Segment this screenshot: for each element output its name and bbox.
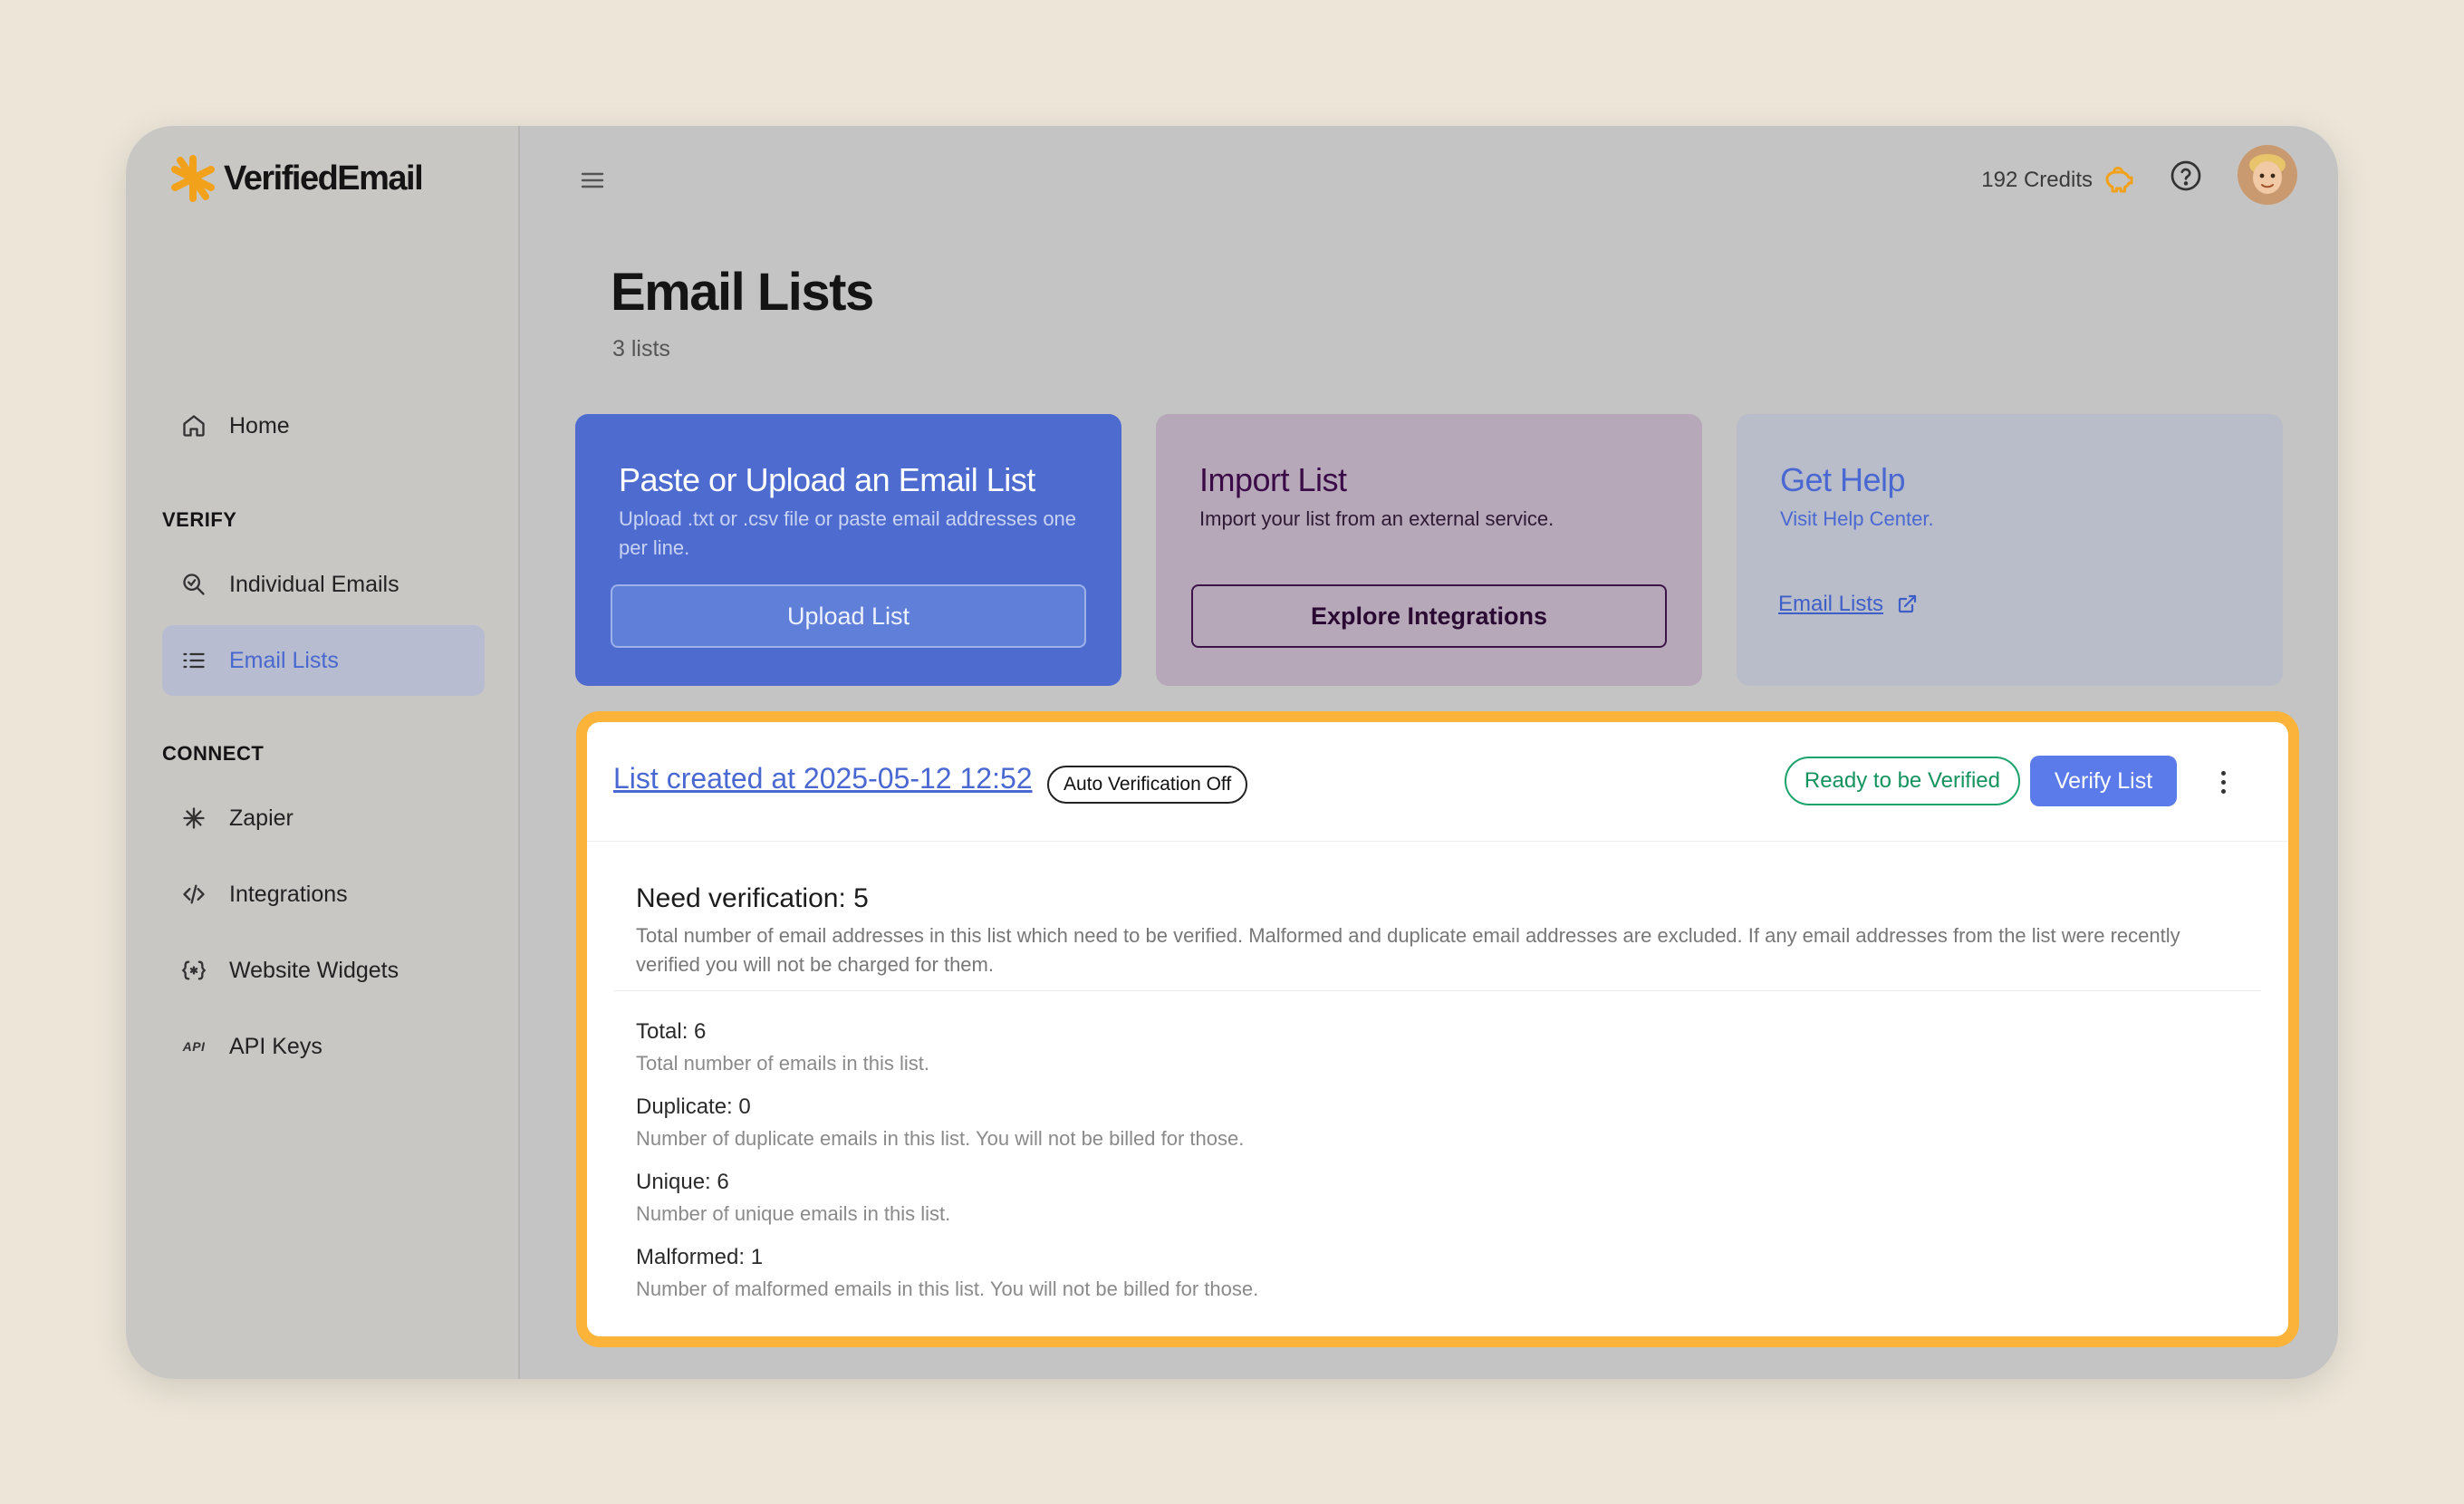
stat-label: Total: 6 (636, 1019, 707, 1044)
api-icon-text: API (182, 1039, 206, 1054)
sidebar: VerifiedEmail Home VERIFY Individual Ema… (126, 126, 520, 1379)
card-title: Get Help (1780, 461, 1906, 498)
sidebar-item-label: Individual Emails (229, 571, 399, 597)
hamburger-menu-button[interactable] (574, 162, 611, 198)
section-label-verify: VERIFY (162, 508, 237, 531)
avatar-face-icon (2238, 145, 2297, 205)
stat-description: Total number of emails in this list. (636, 1052, 930, 1075)
sidebar-item-label: Email Lists (229, 647, 339, 673)
card-title: Import List (1199, 461, 1347, 498)
sidebar-item-email-lists[interactable]: Email Lists (162, 625, 485, 696)
verify-list-button[interactable]: Verify List (2030, 756, 2177, 806)
stat-label: Duplicate: 0 (636, 1094, 751, 1119)
sidebar-item-label: Integrations (229, 881, 348, 907)
piggy-bank-icon (2105, 167, 2133, 193)
search-check-icon (180, 571, 207, 598)
sidebar-item-label: API Keys (229, 1033, 322, 1059)
kebab-dot (2220, 788, 2226, 794)
brand-name: VerifiedEmail (224, 159, 424, 198)
sidebar-item-api-keys[interactable]: API API Keys (162, 1011, 485, 1082)
braces-icon (180, 957, 207, 984)
sidebar-item-website-widgets[interactable]: Website Widgets (162, 935, 485, 1006)
credits-text: 192 Credits (1981, 168, 2093, 192)
stat-total: Total: 6 Total number of emails in this … (636, 1019, 1258, 1094)
page-title: Email Lists (611, 263, 874, 322)
sidebar-item-label: Zapier (229, 805, 294, 831)
stat-label: Unique: 6 (636, 1170, 729, 1194)
need-verification-description: Total number of email addresses in this … (636, 924, 2180, 976)
user-avatar[interactable] (2238, 145, 2297, 205)
import-list-card: Import List Import your list from an ext… (1156, 414, 1702, 686)
main-content: 192 Credits Email Lists 3 lists Paste or… (520, 126, 2338, 1379)
stat-label: Malformed: 1 (636, 1245, 764, 1269)
stat-malformed: Malformed: 1 Number of malformed emails … (636, 1245, 1258, 1320)
stat-description: Number of malformed emails in this list.… (636, 1277, 1259, 1300)
asterisk-icon (180, 805, 207, 832)
question-circle-icon (2170, 160, 2201, 191)
auto-verification-badge[interactable]: Auto Verification Off (1047, 766, 1248, 804)
logo[interactable]: VerifiedEmail (169, 153, 424, 204)
kebab-dot (2220, 770, 2226, 776)
help-center-link[interactable]: Visit Help Center. (1780, 505, 2239, 534)
email-lists-help-link[interactable]: Email Lists (1778, 592, 1918, 617)
list-title-link[interactable]: List created at 2025-05-12 12:52 (613, 762, 1033, 795)
stat-description: Number of duplicate emails in this list.… (636, 1127, 1245, 1150)
get-help-card: Get Help Visit Help Center. Email Lists (1737, 414, 2283, 686)
sidebar-item-individual-emails[interactable]: Individual Emails (162, 549, 485, 620)
sidebar-item-home[interactable]: Home (162, 390, 485, 461)
external-link-icon (1898, 594, 1917, 613)
credits-indicator[interactable]: 192 Credits (1981, 164, 2134, 197)
need-verification-section: Need verification: 5 Total number of ema… (636, 883, 2243, 979)
code-icon (180, 881, 207, 908)
upload-list-button[interactable]: Upload List (611, 584, 1086, 648)
section-label-connect: CONNECT (162, 742, 265, 765)
explore-integrations-button[interactable]: Explore Integrations (1191, 584, 1667, 648)
sidebar-item-integrations[interactable]: Integrations (162, 859, 485, 930)
card-description: Upload .txt or .csv file or paste email … (619, 507, 1077, 559)
sidebar-item-label: Home (229, 412, 290, 439)
home-icon (180, 412, 207, 439)
link-text: Email Lists (1778, 592, 1884, 616)
starburst-logo-icon (171, 155, 215, 202)
list-icon (180, 647, 207, 674)
email-list-panel: List created at 2025-05-12 12:52 Auto Ve… (576, 711, 2299, 1347)
app-window: VerifiedEmail Home VERIFY Individual Ema… (126, 126, 2338, 1379)
stat-unique: Unique: 6 Number of unique emails in thi… (636, 1170, 1258, 1245)
sidebar-item-label: Website Widgets (229, 957, 399, 983)
list-stats: Total: 6 Total number of emails in this … (636, 1019, 1258, 1320)
more-options-button[interactable] (2214, 762, 2232, 802)
stat-duplicate: Duplicate: 0 Number of duplicate emails … (636, 1094, 1258, 1170)
card-description: Import your list from an external servic… (1199, 507, 1554, 530)
api-icon: API (180, 1033, 207, 1060)
need-verification-title: Need verification: 5 (636, 883, 869, 913)
list-count: 3 lists (612, 336, 670, 362)
kebab-dot (2220, 779, 2226, 785)
status-badge: Ready to be Verified (1784, 757, 2020, 805)
hamburger-icon (581, 172, 604, 188)
sidebar-item-zapier[interactable]: Zapier (162, 783, 485, 853)
list-header: List created at 2025-05-12 12:52 Auto Ve… (587, 722, 2288, 842)
card-title: Paste or Upload an Email List (619, 461, 1035, 498)
divider (614, 990, 2261, 991)
upload-list-card: Paste or Upload an Email List Upload .tx… (575, 414, 1121, 686)
help-button[interactable] (2170, 159, 2202, 197)
stat-description: Number of unique emails in this list. (636, 1202, 951, 1225)
